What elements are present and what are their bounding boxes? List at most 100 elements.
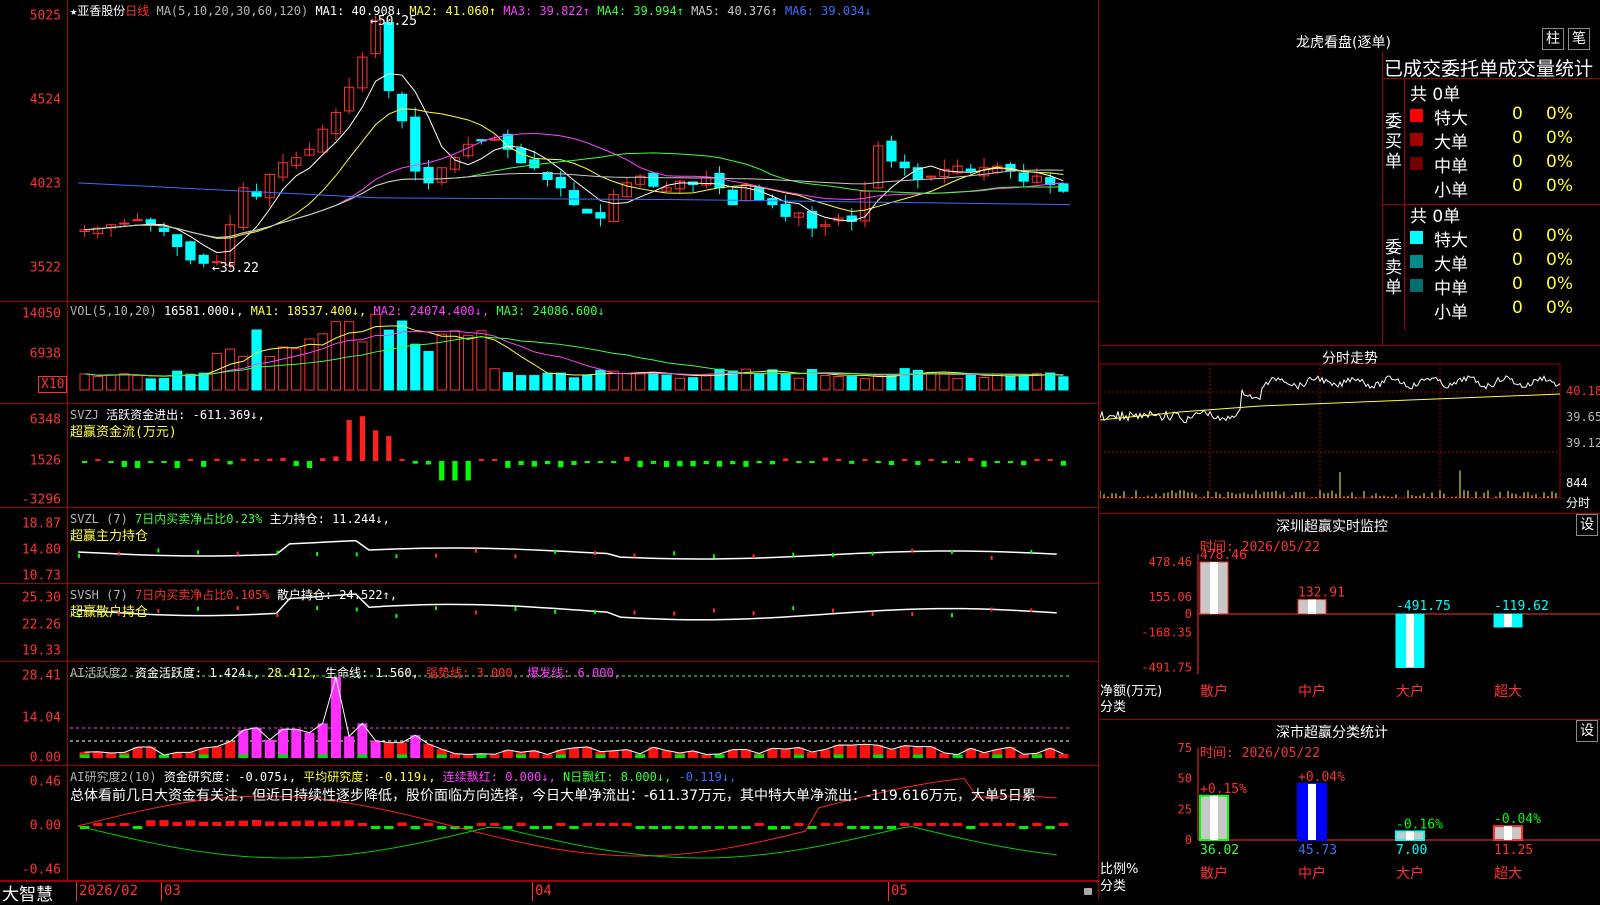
vol-value: 16581.000↓ <box>163 304 237 318</box>
svzj-pane[interactable]: 6348 1526 -3296 SVZJ 活跃资金进出: -611.369↓, … <box>0 404 1098 508</box>
research-bar <box>278 821 288 826</box>
tab-tick[interactable]: 笔 <box>1568 28 1590 50</box>
ai-research-pane[interactable]: 0.46 0.00 -0.46 AI研究度2(10) 资金研究度: -0.075… <box>0 766 1098 881</box>
research-bar <box>820 823 830 826</box>
change-label: -0.04% <box>1494 812 1541 827</box>
volume-bar <box>925 372 937 391</box>
intraday-panel[interactable]: 分时走势 40.18 39.65 39.12 844 分时 <box>1100 346 1600 514</box>
flow-bar <box>134 461 141 469</box>
activity-bar <box>568 747 580 758</box>
order-pct: 0% <box>1546 176 1573 196</box>
ai2-title: AI研究度2(10) <box>70 770 157 784</box>
ai-strong-line: 强势线: 3.000, <box>426 666 520 680</box>
sz-monitor-panel[interactable]: 深圳超赢实时监控 设 时间: 2026/05/22 478.46 155.06 0-… <box>1100 514 1600 720</box>
flow-bar <box>452 461 458 481</box>
volume-bar <box>978 376 990 391</box>
tab-bar[interactable]: 柱 <box>1542 28 1564 50</box>
flow-bar <box>981 461 987 467</box>
ratio-bar-highlight <box>1308 783 1316 840</box>
tick-mark <box>514 554 517 559</box>
research-bar <box>794 823 804 826</box>
flow-bar <box>465 461 471 481</box>
tick-mark <box>157 548 160 553</box>
research-bar <box>1005 823 1016 826</box>
candle-body <box>185 241 196 261</box>
ai2-header: AI研究度2(10) 资金研究度: -0.075↓, 平均研究度: -0.119… <box>70 768 736 785</box>
tick-mark <box>673 551 676 556</box>
flow-bar <box>320 458 326 461</box>
tick-mark <box>712 608 715 613</box>
volume-bar <box>132 375 143 391</box>
candlestick-pane[interactable]: 5025 4524 4023 3522 ★亚香股份日线 MA(5,10,20,3… <box>0 0 1098 302</box>
svzl-pane[interactable]: 18.87 14.80 10.73 SVZL (7) 7日内买卖净占比0.23%… <box>0 508 1098 584</box>
flow-bar <box>412 461 418 464</box>
order-name: 特大 <box>1434 231 1468 251</box>
dragon-subtitle: 已成交委托单成交量统计 <box>1384 58 1594 80</box>
flow-bar <box>769 461 776 465</box>
flow-bar <box>888 461 895 466</box>
research-bar <box>675 826 685 829</box>
flow-bar <box>201 461 207 467</box>
intraday-chart <box>1100 363 1561 499</box>
flow-bar <box>518 461 524 466</box>
volume-bar <box>92 375 103 391</box>
bar-value: 478.46 <box>1200 548 1247 563</box>
y-tick: -491.75 <box>1141 660 1192 674</box>
volume-pane[interactable]: 14050 6938 X10 VOL(5,10,20) 16581.000↓, … <box>0 302 1098 404</box>
category-label: 中户 <box>1298 683 1326 700</box>
activity-bar <box>912 754 923 758</box>
svsh-pane[interactable]: 25.30 22.26 19.33 SVSH (7) 7日内买卖净占比0.105… <box>0 584 1098 662</box>
buy-label: 委买单 <box>1385 112 1402 172</box>
flow-bar <box>439 461 445 481</box>
volume-bar <box>476 330 487 391</box>
research-bar <box>291 821 301 826</box>
research-bar <box>833 823 844 826</box>
y-tick: 0 <box>1185 833 1192 847</box>
volume-bar <box>542 372 553 391</box>
svzj-title: SVZJ <box>70 408 99 422</box>
y-tick: 155.06 <box>1149 590 1192 604</box>
bar-value: -119.62 <box>1494 599 1549 614</box>
flow-bar <box>399 459 405 461</box>
ai-title: AI活跃度2 <box>70 666 128 680</box>
candle-body <box>595 212 606 219</box>
sh-stats-panel[interactable]: 深市超赢分类统计 设 时间: 2026/05/22 75 50 25 0 +0.15% 3… <box>1100 720 1600 900</box>
volume-bar <box>833 375 844 391</box>
volume-bar <box>410 343 421 391</box>
tick-mark <box>633 553 636 558</box>
flow-bar <box>544 461 551 465</box>
flow-bar <box>293 461 299 467</box>
research-bar <box>767 826 778 830</box>
sz-xlabel: 分类 <box>1100 700 1127 715</box>
stock-name[interactable]: ★亚香股份 <box>70 4 125 18</box>
period-label[interactable]: 日线 <box>125 4 149 18</box>
ai-lifeline: 生命线: 1.560, <box>325 666 419 680</box>
candle-body <box>582 208 593 214</box>
low-label: ←35.22 <box>212 261 259 276</box>
volume-bar <box>714 368 725 391</box>
volume-bar <box>502 372 513 391</box>
volume-bar <box>595 369 606 391</box>
change-label: +0.15% <box>1200 782 1247 797</box>
activity-bar <box>106 752 117 758</box>
candle-body <box>965 168 976 172</box>
ai-burst-line: 爆发线: 6.000, <box>527 666 621 680</box>
activity-bar <box>542 754 553 758</box>
flow-bar <box>121 461 127 467</box>
activity-bar <box>701 754 712 758</box>
svzl-value: 主力持仓: 11.244↓, <box>269 512 390 526</box>
research-bar <box>992 823 1002 826</box>
candle-body <box>172 234 183 248</box>
legend-swatch <box>1410 157 1423 170</box>
flow-bar <box>1060 461 1067 466</box>
ratio-bar-highlight <box>1504 826 1512 840</box>
volume-bar <box>158 378 170 391</box>
vol-unit: 分时 <box>1566 496 1591 510</box>
tick-mark <box>276 612 279 617</box>
activity-bar <box>807 752 818 758</box>
tick-mark <box>316 606 319 611</box>
ai-activity-pane[interactable]: 28.41 14.04 0.00 AI活跃度2 资金活跃度: 1.424↓, 2… <box>0 662 1098 766</box>
research-bar <box>609 823 619 826</box>
tick-mark <box>831 553 834 558</box>
activity-bar <box>251 727 262 758</box>
